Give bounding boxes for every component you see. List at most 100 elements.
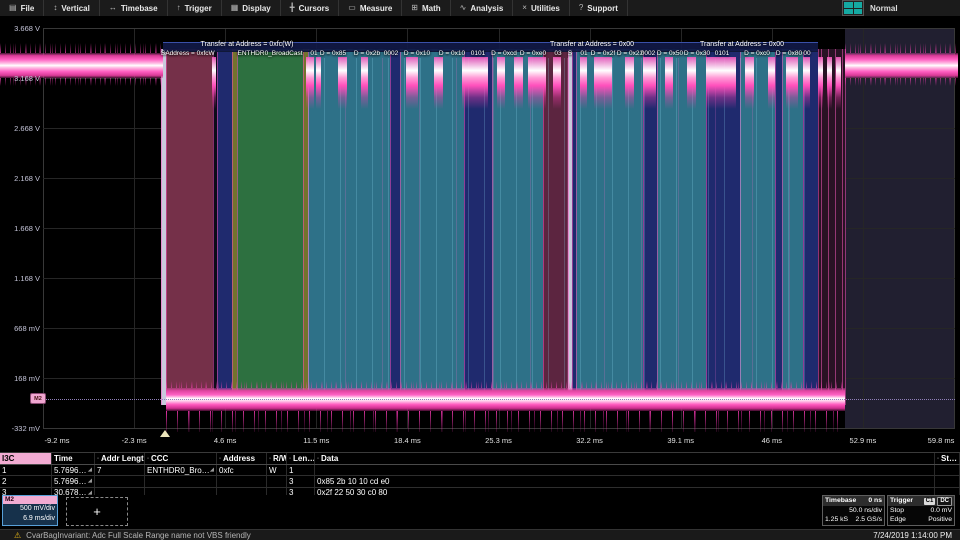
table-cell <box>315 465 935 475</box>
column-header-address[interactable]: -Address <box>217 453 267 464</box>
menu-item-utilities[interactable]: ×Utilities <box>513 0 570 16</box>
decode-table-row[interactable]: 15.7696…◢7ENTHDR0_Bro…◢0xfcW1 <box>0 465 960 476</box>
warning-message: CvarBagInvariant: Adc Full Scale Range n… <box>26 531 251 540</box>
timebase-rate: 2.5 GS/s <box>856 515 882 524</box>
column-header-data[interactable]: -Data <box>315 453 935 464</box>
decode-field-label: Address = 0xfcW <box>165 50 214 57</box>
x-axis-tick-label: 59.8 ms <box>928 436 955 445</box>
table-cell <box>217 476 267 486</box>
menu-item-timebase[interactable]: ↔Timebase <box>100 0 168 16</box>
menu-item-label: Utilities <box>531 4 560 13</box>
horizontal-scale-value: 6.9 ms/div <box>3 514 57 524</box>
trigger-summary-box[interactable]: Trigger C1 DC Stop 0.0 mV Edge Positive <box>887 495 955 526</box>
waveform-plot[interactable]: 3.668 V3.168 V2.668 V2.168 V1.668 V1.168… <box>0 20 960 432</box>
decode-band-boundary <box>161 49 162 405</box>
menu-item-label: Support <box>587 4 618 13</box>
column-header-ccc[interactable]: -CCC <box>145 453 217 464</box>
add-trace-button[interactable]: + <box>66 497 128 526</box>
menu-item-display[interactable]: ▦Display <box>222 0 281 16</box>
decode-band-boundary <box>166 49 167 405</box>
x-axis-tick-label: 18.4 ms <box>394 436 421 445</box>
waveform-transitions <box>308 58 818 405</box>
gridline-h <box>43 28 955 29</box>
transfer-header-label: Transfer at Address = 0x00 <box>550 41 634 48</box>
x-axis-tick-label: 11.5 ms <box>303 436 329 445</box>
timebase-per-div: 50.0 ns/div <box>849 506 882 515</box>
decode-field-label: 0002 <box>384 50 398 57</box>
display-mode-control[interactable]: Normal <box>842 1 898 15</box>
waveform-pulse <box>786 57 798 109</box>
timebase-summary-box[interactable]: Timebase 0 ns 50.0 ns/div 1.25 kS 2.5 GS… <box>822 495 885 526</box>
decode-table-row[interactable]: 25.7696…◢30x85 2b 10 10 cd e0 <box>0 476 960 487</box>
table-cell-value: W <box>269 466 277 475</box>
menu-item-support[interactable]: ?Support <box>570 0 628 16</box>
decode-field-label: 0101 <box>471 50 485 57</box>
menu-item-file[interactable]: ▤File <box>0 0 44 16</box>
decode-field-label: D = 0xe0 <box>520 50 546 57</box>
trace-level-badge[interactable]: M2 <box>30 393 46 404</box>
table-cell-value: 2 <box>2 477 6 486</box>
waveform-pulse <box>818 57 823 109</box>
grid-display-icon[interactable] <box>842 0 864 16</box>
menu-item-cursors[interactable]: ╋Cursors <box>281 0 340 16</box>
y-axis-tick-label: 2.168 V <box>0 174 40 183</box>
y-axis-tick-label: -332 mV <box>0 424 40 432</box>
table-cell <box>267 476 287 486</box>
menu-item-trigger[interactable]: ↑Trigger <box>168 0 222 16</box>
waveform-pulse <box>594 57 612 109</box>
menu-item-label: Trigger <box>185 4 212 13</box>
waveform-pulse <box>836 57 841 109</box>
table-cell-value: 3 <box>289 477 293 486</box>
table-cell-value: ENTHDR0_Bro… <box>147 466 210 475</box>
waveform-noise <box>845 43 958 53</box>
decode-band <box>166 49 213 405</box>
expand-icon[interactable]: ◢ <box>88 478 92 484</box>
column-header-st[interactable]: -St… <box>935 453 960 464</box>
column-header-len[interactable]: -Len… <box>287 453 315 464</box>
column-header-rw[interactable]: -R/W <box>267 453 287 464</box>
decode-band-boundary <box>303 49 304 405</box>
table-cell-value: 1 <box>289 466 293 475</box>
waveform-pulse <box>827 57 832 109</box>
expand-icon[interactable]: ◢ <box>210 467 214 473</box>
menu-item-measure[interactable]: ▭Measure <box>339 0 402 16</box>
timebase-title: Timebase <box>825 496 856 506</box>
table-cell-value: 5.7696… <box>54 466 86 475</box>
trace-descriptor-title: M2 <box>3 496 57 504</box>
waveform-pulse <box>687 57 696 109</box>
decode-field-label: D = 0x30 <box>684 50 710 57</box>
table-cell: 0xfc <box>217 465 267 475</box>
y-axis-tick-label: 2.668 V <box>0 124 40 133</box>
y-axis-tick-label: 3.668 V <box>0 24 40 33</box>
trace-descriptor-m2[interactable]: M2 500 mV/div 6.9 ms/div <box>2 495 58 526</box>
expand-icon[interactable]: ◢ <box>88 467 92 473</box>
menu-item-analysis[interactable]: ∿Analysis <box>451 0 514 16</box>
decoder-name-header[interactable]: I3C <box>0 453 52 464</box>
waveform-pulse <box>434 57 443 109</box>
timebase-offset: 0 ns <box>868 496 882 506</box>
table-cell: 1 <box>287 465 315 475</box>
plus-icon: + <box>93 504 101 519</box>
waveform-pulse <box>462 57 488 109</box>
decode-field-label: D = 0x10 <box>404 50 430 57</box>
table-cell: 5.7696…◢ <box>52 476 95 486</box>
decode-field-label: D = 0x22 <box>617 50 643 57</box>
column-divider-icon: - <box>269 456 271 462</box>
menu-item-vertical[interactable]: ↕Vertical <box>44 0 99 16</box>
decode-field-label: ENTHDR0_BroadCast <box>237 50 302 57</box>
column-header-label: Data <box>321 454 338 463</box>
table-cell: 5.7696…◢ <box>52 465 95 475</box>
column-header-label: Len… <box>293 454 315 463</box>
menu-item-label: Analysis <box>470 4 503 13</box>
table-cell <box>95 476 145 486</box>
column-header-time[interactable]: Time <box>52 453 95 464</box>
menu-item-label: File <box>21 4 35 13</box>
menu-item-math[interactable]: ⊞Math <box>402 0 450 16</box>
x-axis-tick-label: 4.6 ms <box>214 436 237 445</box>
column-divider-icon: - <box>147 456 149 462</box>
x-axis-tick-label: -2.3 ms <box>122 436 147 445</box>
display-mode-label[interactable]: Normal <box>870 4 898 13</box>
status-bar: ⚠ CvarBagInvariant: Adc Full Scale Range… <box>0 529 960 540</box>
decode-band-boundary <box>845 49 846 405</box>
column-header-addrlength[interactable]: -Addr Length <box>95 453 145 464</box>
